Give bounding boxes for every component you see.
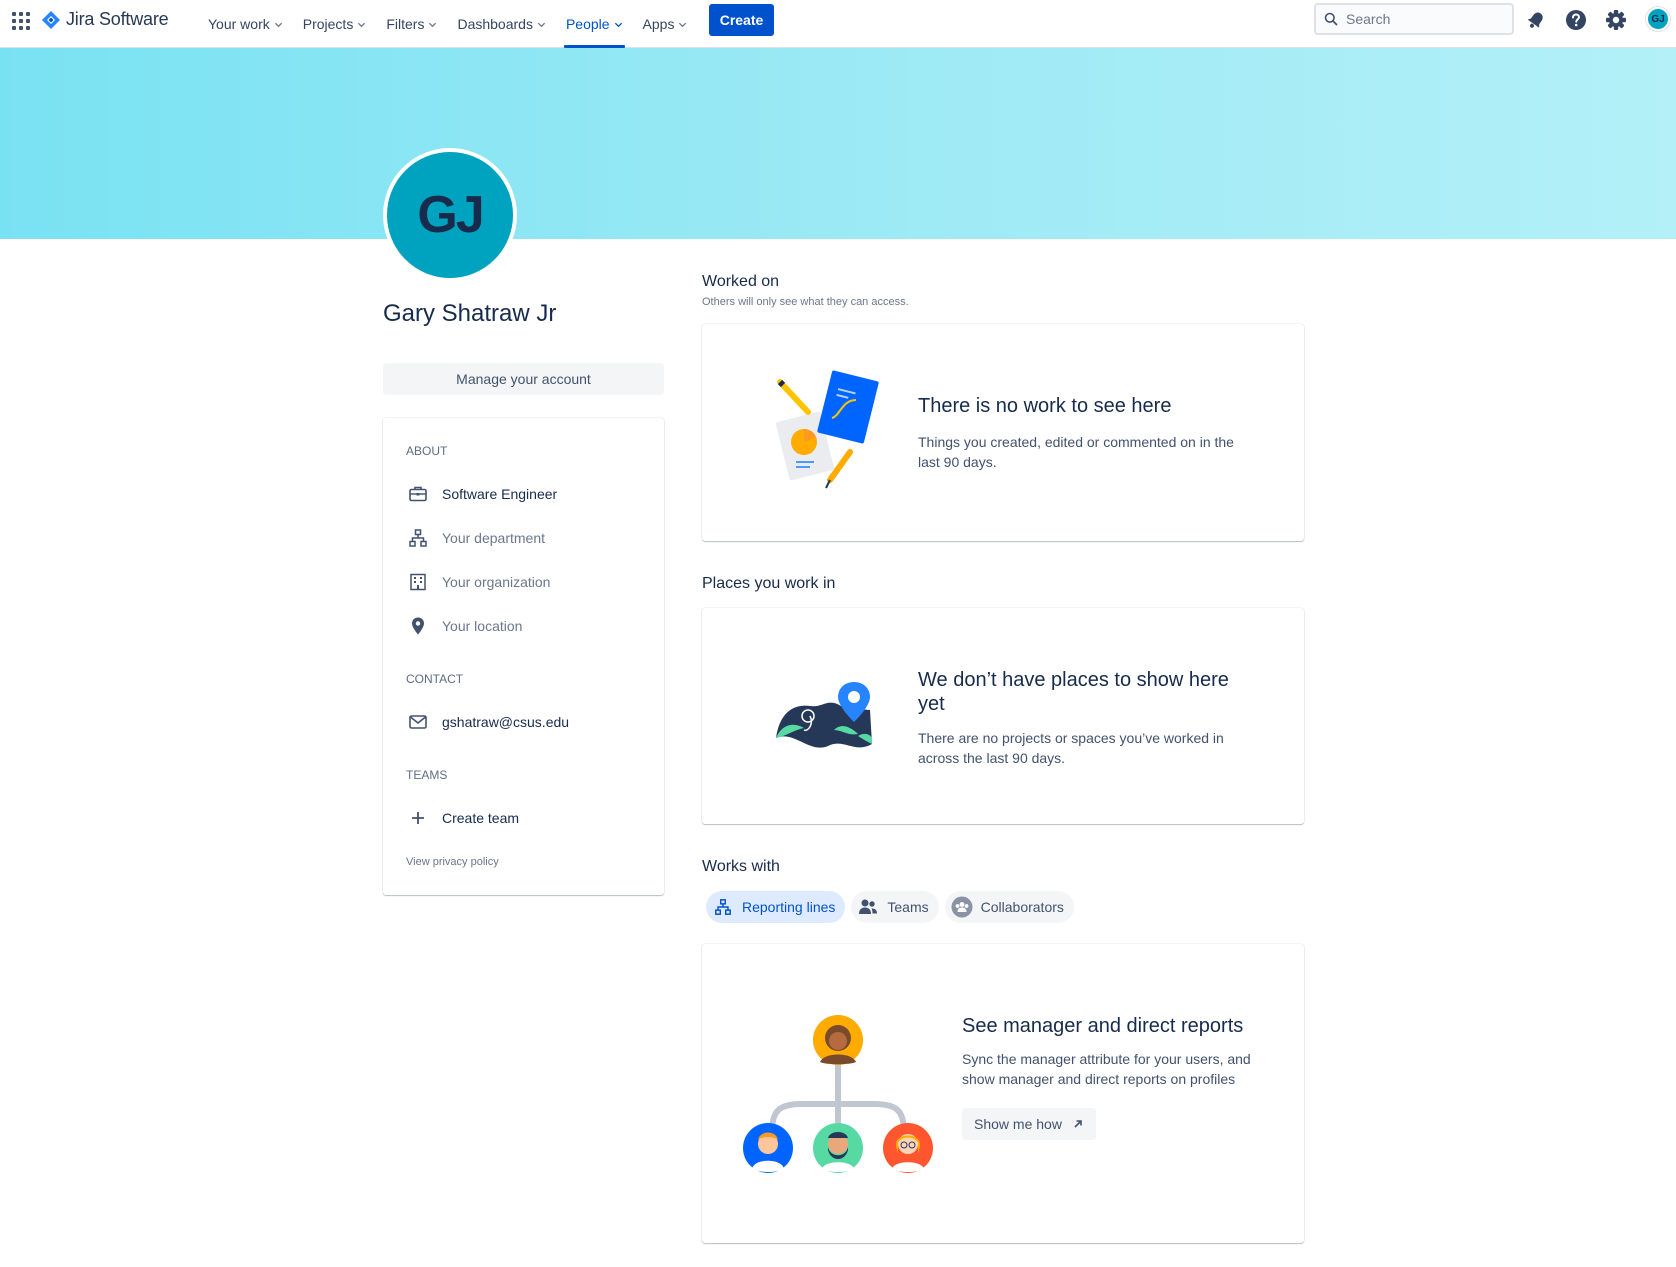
- tab-reporting-lines[interactable]: Reporting lines: [706, 891, 846, 923]
- about-job-title-text: Software Engineer: [442, 486, 558, 502]
- department-icon: [406, 526, 430, 550]
- nav-label: Filters: [386, 16, 425, 32]
- map-illustration-icon: [776, 682, 872, 748]
- reporting-lines-icon: [712, 896, 734, 918]
- worked-on-empty-description: Things you created, edited or commented …: [918, 434, 1234, 470]
- settings-icon[interactable]: [1604, 8, 1628, 32]
- app-switcher-icon[interactable]: [12, 12, 30, 30]
- about-heading: About: [406, 444, 448, 458]
- documents-illustration-icon: [775, 370, 879, 489]
- chevron-down-icon: [429, 22, 437, 27]
- profile-header-banner: [0, 48, 1676, 239]
- user-avatar[interactable]: GJ: [1646, 7, 1670, 31]
- nav-label: Dashboards: [457, 16, 533, 32]
- nav-your-work[interactable]: Your work: [198, 0, 293, 48]
- notifications-icon[interactable]: [1524, 8, 1548, 32]
- nav-label: Your work: [208, 16, 270, 32]
- nav-dashboards[interactable]: Dashboards: [447, 0, 556, 48]
- collaborators-icon: [951, 896, 973, 918]
- places-empty-description: There are no projects or spaces you’ve w…: [918, 730, 1224, 766]
- create-team-label: Create team: [442, 810, 520, 826]
- places-card: We don’t have places to show here yet Th…: [702, 608, 1304, 824]
- reporting-lines-description: Sync the manager attribute for your user…: [962, 1051, 1251, 1087]
- tab-collaborators[interactable]: Collaborators: [944, 891, 1074, 923]
- works-with-tabs: Reporting lines Teams Collaborators: [706, 891, 1074, 923]
- works-with-heading: Works with: [702, 858, 780, 875]
- teams-heading: Teams: [406, 768, 448, 782]
- search-box[interactable]: [1314, 3, 1514, 35]
- chevron-down-icon: [614, 22, 622, 27]
- about-location[interactable]: Your location: [406, 614, 522, 638]
- contact-email-text: gshatraw@csus.edu: [442, 714, 570, 730]
- worked-on-empty-title: There is no work to see here: [918, 395, 1172, 417]
- add-icon: [406, 806, 430, 830]
- places-empty-title: We don’t have places to show here yet: [918, 669, 1229, 715]
- worked-on-card: There is no work to see here Things you …: [702, 324, 1304, 541]
- worked-on-heading: Worked on: [702, 273, 780, 290]
- privacy-policy-link[interactable]: View privacy policy: [406, 856, 499, 868]
- show-me-how-button[interactable]: Show me how: [962, 1108, 1096, 1140]
- about-organization[interactable]: Your organization: [406, 570, 550, 594]
- chevron-down-icon: [679, 22, 687, 27]
- email-icon: [406, 710, 430, 734]
- nav-label: People: [565, 16, 610, 32]
- create-team-button[interactable]: Create team: [406, 806, 519, 830]
- org-chart-illustration-icon: [743, 1015, 933, 1173]
- about-location-text: Your location: [442, 618, 523, 634]
- about-department[interactable]: Your department: [406, 526, 545, 550]
- chevron-down-icon: [537, 22, 546, 27]
- location-icon: [406, 614, 430, 638]
- search-icon: [1324, 12, 1338, 26]
- tab-label: Reporting lines: [742, 899, 836, 915]
- worked-on-subheading: Others will only see what they can acces…: [702, 296, 909, 308]
- show-me-how-label: Show me how: [974, 1116, 1062, 1132]
- nav-filters[interactable]: Filters: [376, 0, 447, 48]
- organization-icon: [406, 570, 430, 594]
- places-heading: Places you work in: [702, 575, 836, 592]
- contact-heading: Contact: [406, 672, 464, 686]
- help-icon[interactable]: [1564, 8, 1588, 32]
- tab-teams[interactable]: Teams: [851, 891, 939, 923]
- chevron-down-icon: [358, 22, 366, 27]
- product-name: Jira Software: [66, 9, 169, 29]
- create-button[interactable]: Create: [709, 4, 774, 36]
- jira-logo[interactable]: Jira Software: [42, 9, 169, 30]
- search-input[interactable]: [1346, 11, 1496, 27]
- about-job-title[interactable]: Software Engineer: [406, 482, 557, 506]
- contact-email[interactable]: gshatraw@csus.edu: [406, 710, 569, 734]
- nav-people[interactable]: People: [556, 0, 633, 48]
- manage-account-button[interactable]: Manage your account: [383, 363, 664, 395]
- tab-label: Teams: [887, 899, 929, 915]
- tab-label: Collaborators: [980, 899, 1064, 915]
- top-navigation: Jira Software Your work Projects Filters…: [0, 0, 1676, 48]
- about-card: About Software Engineer Your department …: [383, 418, 664, 895]
- about-department-text: Your department: [442, 530, 545, 546]
- nav-label: Apps: [642, 16, 675, 32]
- primary-nav: Your work Projects Filters Dashboards Pe…: [198, 0, 697, 48]
- jira-diamond-icon: [42, 10, 60, 29]
- people-icon: [857, 896, 879, 918]
- external-link-icon: [1074, 1120, 1082, 1128]
- reporting-lines-title: See manager and direct reports: [962, 1015, 1244, 1037]
- chevron-down-icon: [274, 22, 282, 27]
- nav-apps[interactable]: Apps: [633, 0, 698, 48]
- briefcase-icon: [406, 482, 430, 506]
- nav-label: Projects: [302, 16, 354, 32]
- about-organization-text: Your organization: [442, 574, 551, 590]
- profile-avatar: GJ: [383, 148, 517, 282]
- reporting-lines-card: See manager and direct reports Sync the …: [702, 944, 1304, 1243]
- profile-name: Gary Shatraw Jr: [383, 300, 557, 327]
- nav-projects[interactable]: Projects: [293, 0, 377, 48]
